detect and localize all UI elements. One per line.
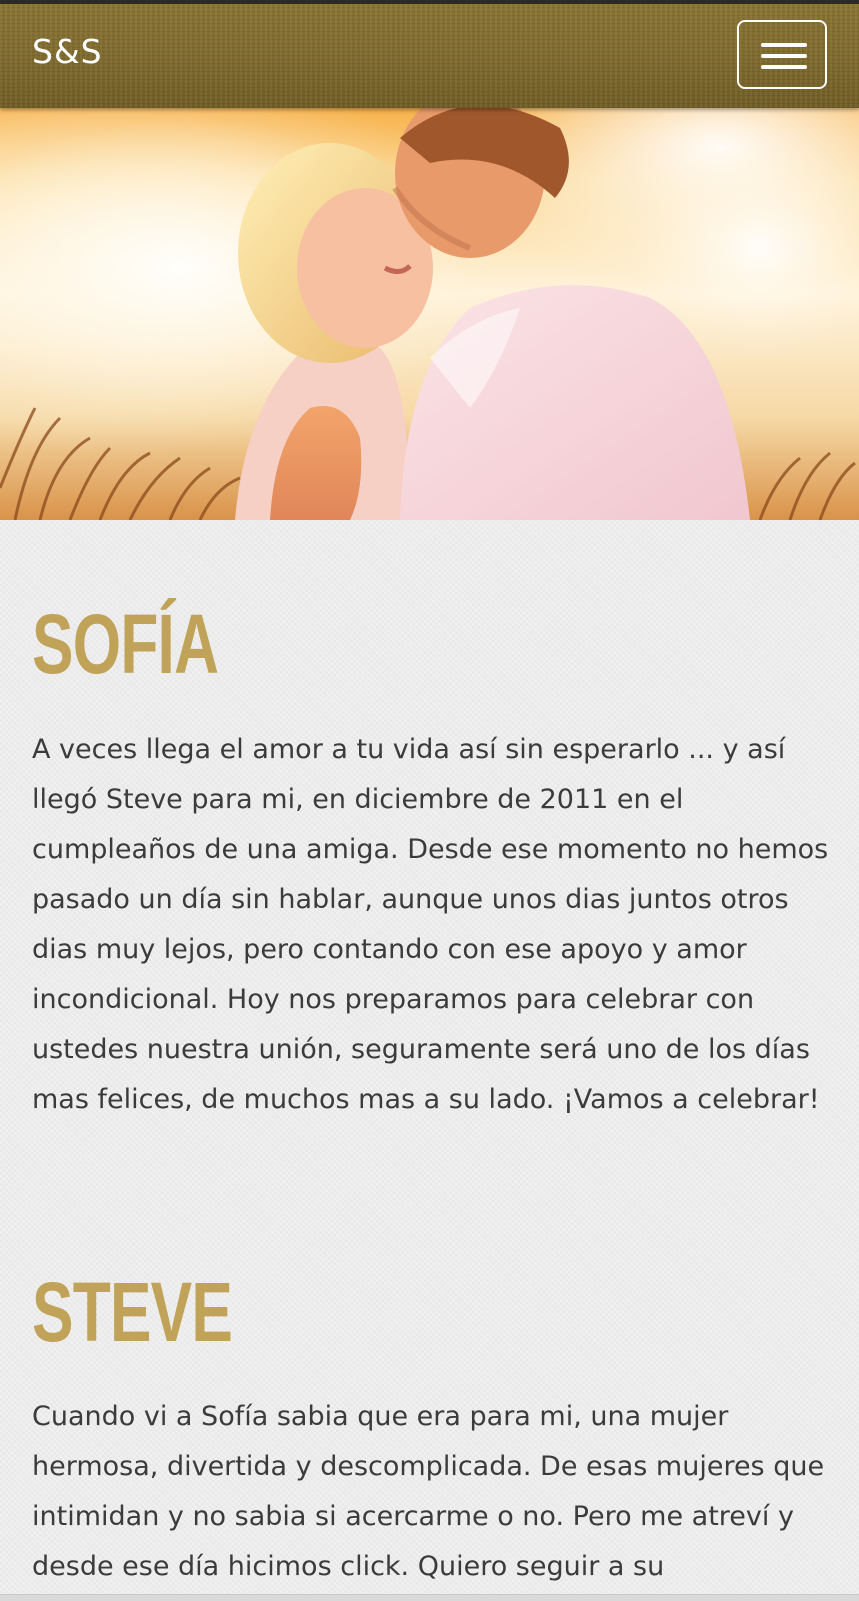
section-title-sofia: SOFÍA	[32, 597, 219, 691]
section-title-steve: STEVE	[32, 1265, 233, 1359]
brand-logo[interactable]: S&S	[32, 30, 103, 74]
menu-toggle-button[interactable]	[737, 20, 827, 89]
hero-photo	[0, 108, 859, 520]
section-text-steve: Cuando vi a Sofía sabia que era para mi,…	[32, 1401, 825, 1582]
hamburger-menu-icon	[761, 43, 807, 47]
top-navbar: S&S	[0, 0, 859, 108]
section-text-sofia: A veces llega el amor a tu vida así sin …	[32, 734, 829, 1115]
